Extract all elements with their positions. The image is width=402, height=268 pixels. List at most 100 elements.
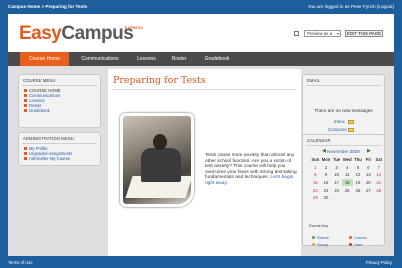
checkbox-icon[interactable] [294, 31, 299, 36]
events-key-title: Events Key [309, 224, 329, 228]
square-bullet-icon [24, 104, 27, 107]
calendar-day[interactable]: 1 [310, 164, 321, 172]
calendar-day[interactable]: 21 [374, 179, 384, 187]
next-month-icon[interactable]: ▶ [367, 148, 371, 154]
calendar-title: Calendar [307, 138, 331, 143]
calendar-day[interactable]: 7 [374, 164, 384, 172]
calendar-day[interactable]: 17 [331, 179, 342, 187]
square-bullet-icon [24, 99, 27, 102]
dot-icon [312, 235, 316, 239]
square-bullet-icon [24, 89, 27, 92]
calendar-day[interactable]: 4 [342, 164, 353, 172]
calendar-day[interactable]: 14 [374, 171, 384, 179]
divider [306, 145, 381, 146]
tab-communications[interactable]: Communications [71, 52, 129, 66]
calendar-day[interactable]: 8 [310, 171, 321, 179]
student-photo [120, 113, 194, 207]
preview-select-value: Preview as a [307, 31, 333, 36]
calendar-day[interactable]: 5 [353, 164, 364, 172]
envelope-icon[interactable] [348, 119, 354, 124]
calendar-day[interactable]: 13 [363, 171, 373, 179]
header: EasyCampus EXPRESS Preview as a ▾ EDIT T… [8, 14, 394, 52]
page-title: Preparing for Tests [113, 75, 206, 86]
events-key-user: User [349, 242, 362, 247]
tab-course-home[interactable]: Course Home [20, 52, 69, 66]
calendar-day[interactable]: 19 [353, 179, 364, 187]
weekday-header: Sun [311, 157, 320, 163]
dot-icon [349, 242, 353, 246]
email-status: There are no new messages [314, 108, 373, 113]
calendar-day-empty [331, 194, 342, 202]
calendar-grid: Sun Mon Tue Wed Thu Fri Sat 1 2 3 4 5 6 [310, 156, 384, 202]
square-bullet-icon [24, 147, 27, 150]
divider [22, 143, 97, 144]
calendar-day[interactable]: 2 [321, 164, 332, 172]
events-key-label: Course [354, 235, 367, 240]
calendar-week: 29 30 [310, 194, 384, 202]
calendar-day-today[interactable]: 18 [341, 178, 353, 187]
calendar-day[interactable]: 12 [353, 171, 364, 179]
footer: Terms of Use Privacy Policy [0, 256, 402, 268]
main-nav: Course Home Communications Lessons Roste… [8, 52, 394, 66]
privacy-link[interactable]: Privacy Policy [366, 260, 392, 265]
divider [22, 85, 97, 86]
course-menu-box: Course Menu Course Home Communications L… [18, 74, 101, 128]
compose-link[interactable]: Compose [328, 127, 347, 132]
course-description: Tests cause more anxiety than almost any… [205, 153, 297, 187]
calendar-day[interactable]: 22 [310, 186, 321, 194]
calendar-day[interactable]: 29 [310, 194, 321, 202]
photo-figure [141, 148, 181, 182]
events-key-label: Group [317, 242, 329, 247]
events-key-course: Course [349, 235, 367, 240]
calendar-week: 8 9 10 11 12 13 14 [310, 171, 384, 179]
calendar-day[interactable]: 15 [310, 179, 321, 187]
course-menu-label: Gradebook [29, 108, 50, 113]
weekday-header: Wed [342, 157, 352, 163]
calendar-day[interactable]: 16 [321, 179, 332, 187]
tab-lessons[interactable]: Lessons [130, 52, 163, 66]
logo-campus: Campus [61, 23, 134, 44]
login-status[interactable]: You are logged in as Peter Fynch (Logout… [308, 4, 394, 9]
admin-menu-label: Administer My Course [29, 156, 71, 161]
square-bullet-icon [24, 157, 27, 160]
breadcrumb[interactable]: Campus Home > Preparing for Tests [8, 4, 87, 9]
square-bullet-icon [24, 152, 27, 155]
calendar-day[interactable]: 10 [331, 171, 342, 179]
chevron-down-icon: ▾ [336, 31, 339, 36]
events-key-global: Global [312, 235, 329, 240]
calendar-day[interactable]: 26 [353, 186, 364, 194]
tab-roster[interactable]: Roster [164, 52, 194, 66]
weekday-header: Tue [333, 157, 341, 163]
top-bar: Campus Home > Preparing for Tests You ar… [0, 0, 402, 14]
terms-link[interactable]: Terms of Use [8, 260, 33, 265]
preview-select[interactable]: Preview as a ▾ [304, 30, 341, 37]
email-title: Email [307, 78, 321, 83]
calendar-day-empty [342, 194, 353, 202]
course-menu-item-gradebook[interactable]: Gradebook [24, 108, 61, 113]
email-box: Email There are no new messages Inbox Co… [302, 74, 385, 140]
tab-gradebook[interactable]: Gradebook [196, 52, 238, 66]
calendar-day[interactable]: 9 [321, 171, 332, 179]
calendar-day[interactable]: 6 [363, 164, 373, 172]
calendar-day[interactable]: 27 [363, 186, 373, 194]
calendar-day[interactable]: 30 [321, 194, 332, 202]
admin-menu-box: Administration Menu My Profile Ungraded … [18, 132, 101, 166]
events-key-label: Global [317, 235, 329, 240]
calendar-day[interactable]: 11 [342, 171, 353, 179]
calendar-day[interactable]: 20 [363, 179, 373, 187]
calendar-day[interactable]: 24 [331, 186, 342, 194]
calendar-week: 1 2 3 4 5 6 7 [310, 164, 384, 172]
calendar-day[interactable]: 28 [374, 186, 384, 194]
course-menu-title: Course Menu [23, 78, 56, 83]
inbox-link[interactable]: Inbox [334, 119, 345, 124]
admin-menu-item-administer-course[interactable]: Administer My Course [24, 156, 72, 161]
admin-menu-title: Administration Menu [23, 136, 74, 141]
calendar-day[interactable]: 23 [321, 186, 332, 194]
events-key-label: User [354, 242, 363, 247]
main-content: Preparing for Tests Tests cause more anx… [108, 69, 301, 256]
calendar-day[interactable]: 25 [342, 186, 353, 194]
edit-page-button[interactable]: EDIT THIS PAGE [345, 30, 383, 37]
envelope-icon[interactable] [348, 127, 354, 132]
calendar-day[interactable]: 3 [331, 164, 342, 172]
weekday-header: Sat [375, 157, 383, 163]
